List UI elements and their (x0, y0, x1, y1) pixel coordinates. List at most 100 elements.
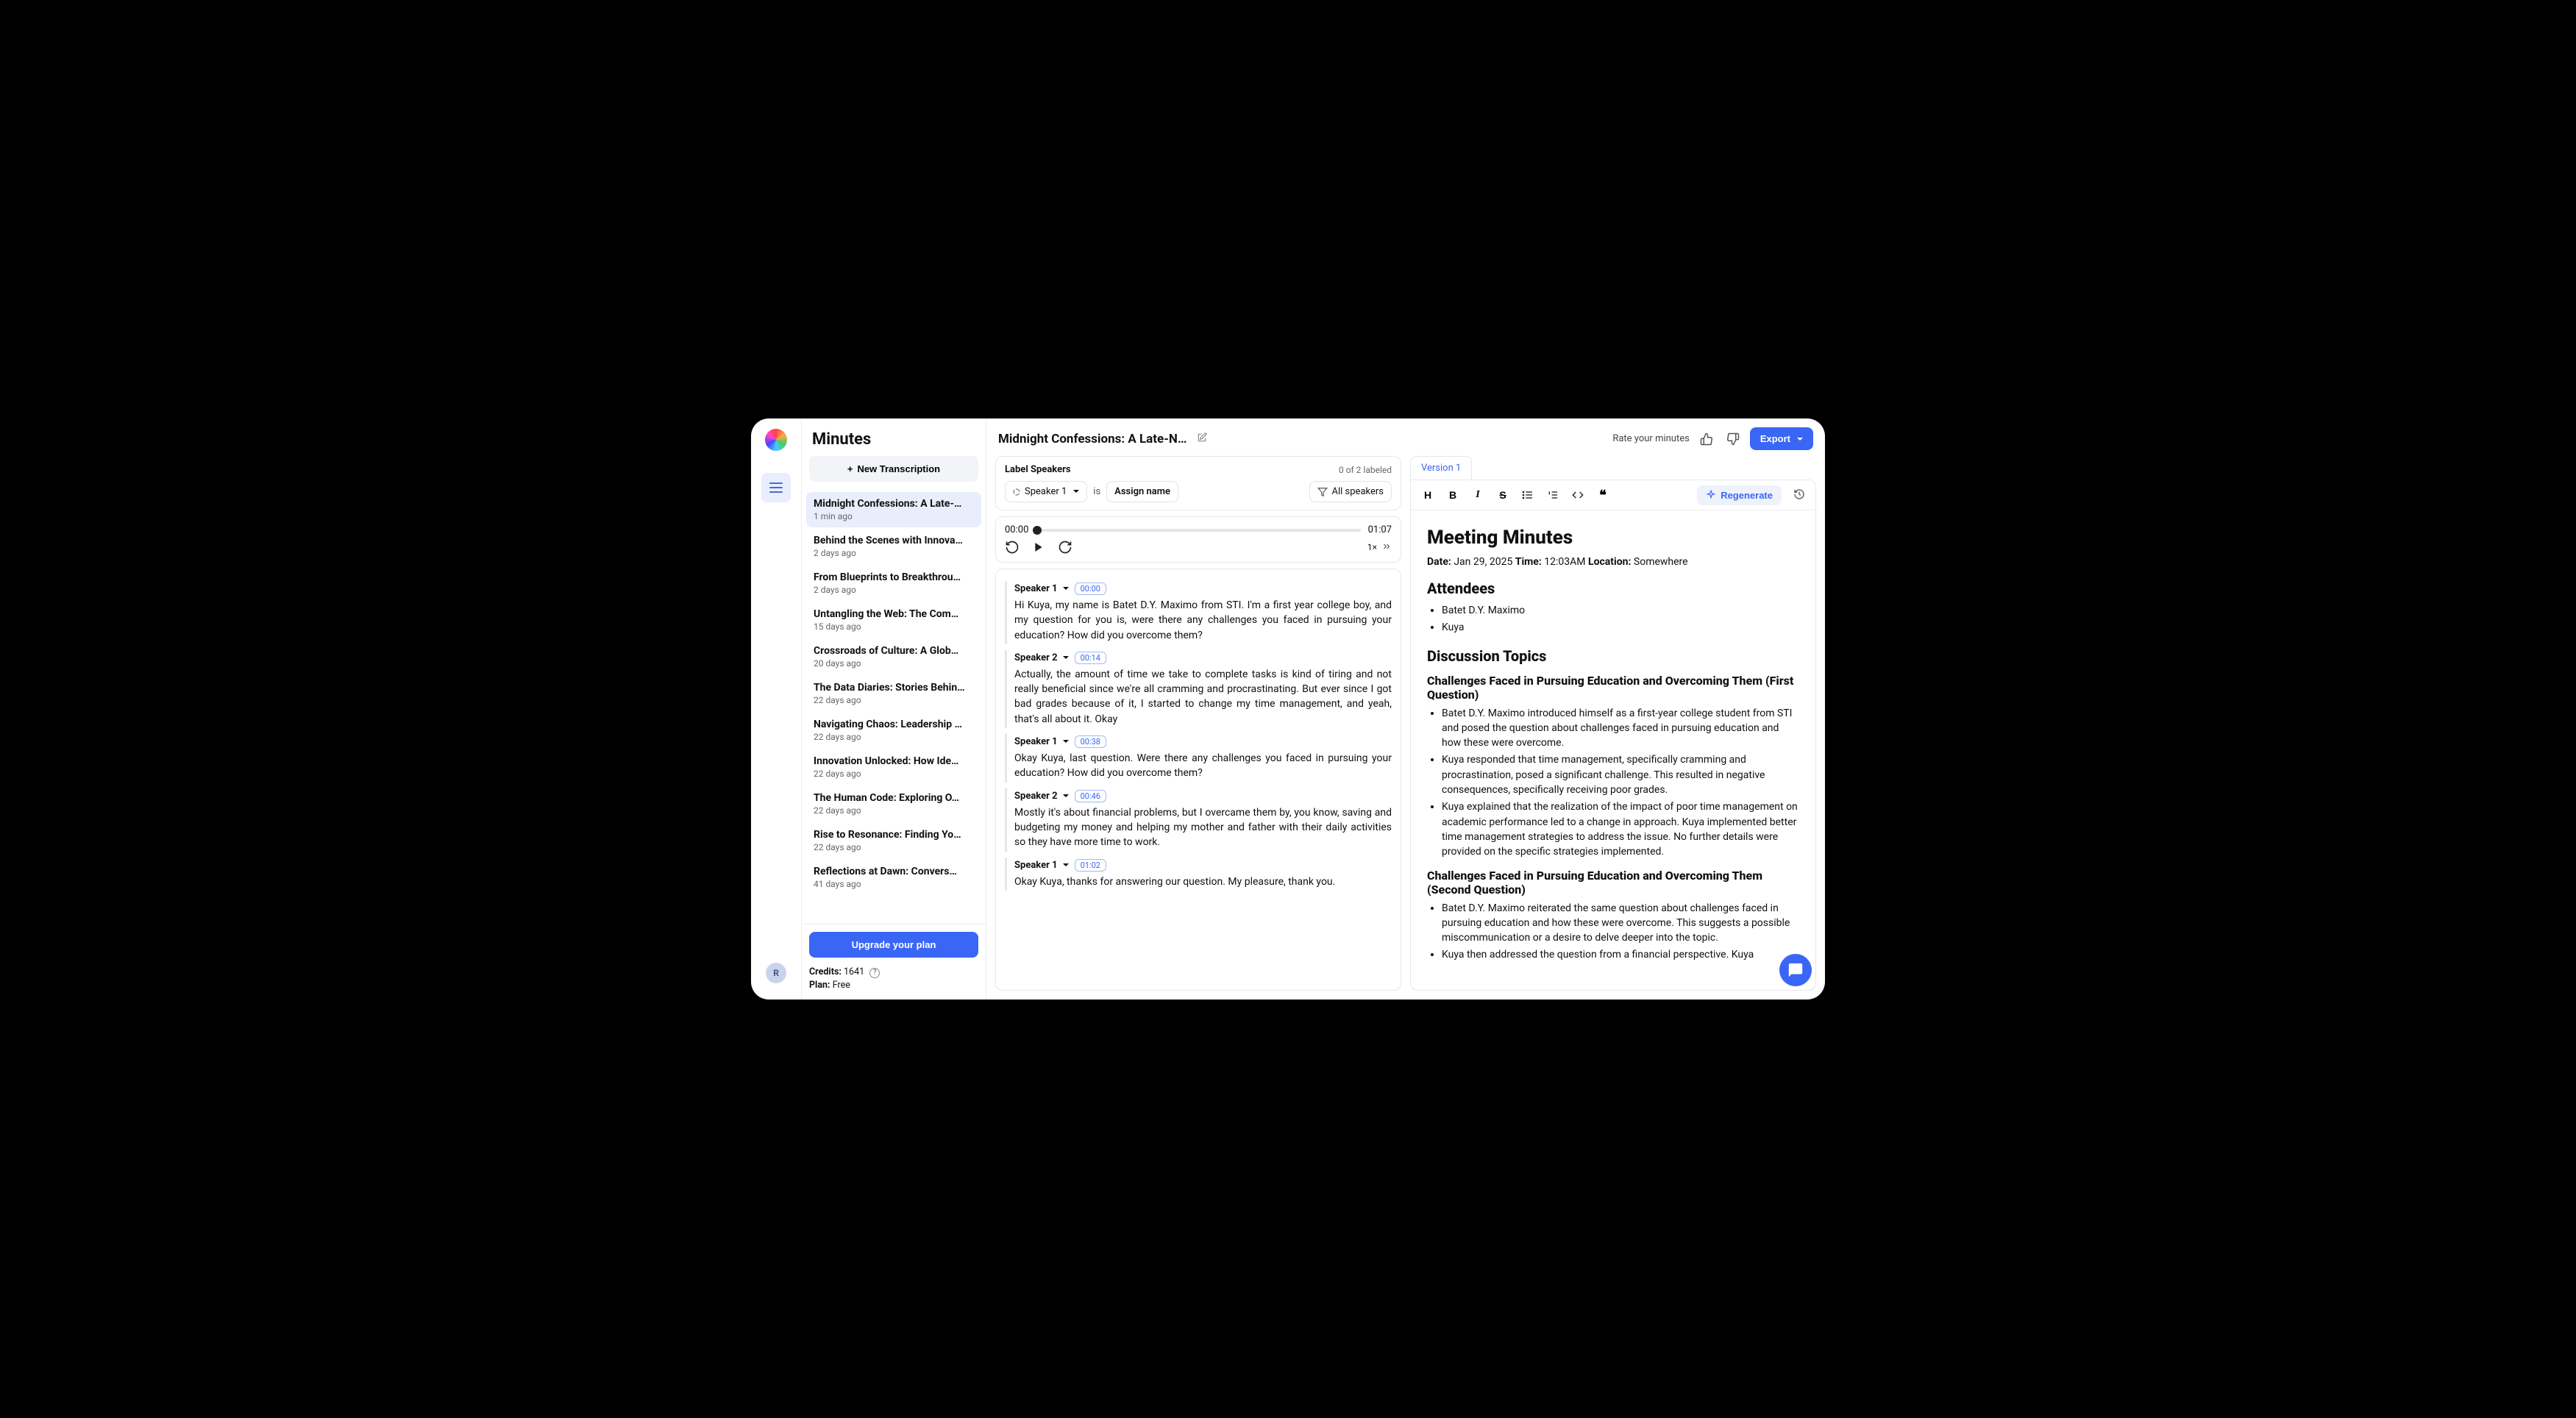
edit-title-icon[interactable] (1197, 432, 1207, 446)
transcription-item[interactable]: The Data Diaries: Stories Behin…22 days … (806, 676, 981, 711)
transcription-item[interactable]: The Human Code: Exploring O…22 days ago (806, 786, 981, 822)
menu-toggle-button[interactable] (761, 473, 791, 502)
player-timeline[interactable] (1036, 529, 1360, 532)
app-logo[interactable] (765, 429, 787, 451)
segment-text[interactable]: Okay Kuya, last question. Were there any… (1014, 751, 1392, 781)
minutes-content[interactable]: Meeting Minutes Date: Jan 29, 2025 Time:… (1411, 510, 1815, 990)
transcription-item-title: Navigating Chaos: Leadership … (814, 719, 974, 730)
chat-fab[interactable] (1779, 954, 1812, 986)
chevron-down-icon (1061, 736, 1069, 747)
upgrade-plan-button[interactable]: Upgrade your plan (809, 932, 978, 958)
minutes-title: Meeting Minutes (1427, 527, 1799, 549)
export-button[interactable]: Export (1750, 427, 1813, 450)
segment-speaker[interactable]: Speaker 2 (1014, 791, 1069, 802)
transcription-item-time: 22 days ago (814, 842, 974, 852)
player-thumb[interactable] (1033, 526, 1042, 535)
document-title: Midnight Confessions: A Late-Night D… (998, 432, 1189, 446)
player-total-time: 01:07 (1368, 524, 1392, 535)
segment-speaker[interactable]: Speaker 1 (1014, 583, 1069, 594)
transcript-segment: Speaker 1 00:38 Okay Kuya, last question.… (1005, 734, 1392, 783)
export-label: Export (1760, 433, 1790, 444)
transcription-item[interactable]: Behind the Scenes with Innova…2 days ago (806, 529, 981, 564)
help-icon[interactable]: ? (869, 968, 880, 978)
transcription-item[interactable]: Reflections at Dawn: Convers…41 days ago (806, 860, 981, 895)
segment-speaker[interactable]: Speaker 1 (1014, 860, 1069, 871)
left-rail: R (751, 418, 801, 1000)
play-button[interactable] (1033, 541, 1045, 553)
plus-icon: + (847, 463, 853, 474)
transcription-item-time: 22 days ago (814, 732, 974, 742)
italic-button[interactable]: I (1467, 485, 1489, 505)
topic-bullet: Kuya then addressed the question from a … (1442, 947, 1799, 962)
credits-value: 1641 (844, 966, 864, 977)
transcription-item-title: Midnight Confessions: A Late-… (814, 498, 974, 510)
tab-version-1[interactable]: Version 1 (1410, 456, 1472, 480)
transcription-item[interactable]: Midnight Confessions: A Late-…1 min ago (806, 492, 981, 527)
transcription-item-time: 15 days ago (814, 621, 974, 632)
sparkle-icon (1706, 490, 1716, 500)
segment-timestamp[interactable]: 00:00 (1075, 582, 1106, 595)
segment-text[interactable]: Hi Kuya, my name is Batet D.Y. Maximo fr… (1014, 598, 1392, 643)
topic-bullet: Kuya explained that the realization of t… (1442, 799, 1799, 859)
transcription-item[interactable]: From Blueprints to Breakthrou…2 days ago (806, 566, 981, 601)
strikethrough-button[interactable]: S (1492, 485, 1514, 505)
segment-timestamp[interactable]: 00:38 (1075, 735, 1106, 748)
new-transcription-button[interactable]: + New Transcription (809, 456, 978, 482)
segment-text[interactable]: Okay Kuya, thanks for answering our ques… (1014, 874, 1392, 889)
label-speakers-status: 0 of 2 labeled (1339, 465, 1392, 475)
forward-30-button[interactable] (1058, 540, 1072, 555)
rewind-30-button[interactable] (1005, 540, 1020, 555)
segment-timestamp[interactable]: 01:02 (1075, 859, 1106, 872)
transcription-item[interactable]: Innovation Unlocked: How Ide…22 days ago (806, 749, 981, 785)
editor-toolbar: H B I S ❝ (1411, 480, 1815, 510)
main-header: Midnight Confessions: A Late-Night D… Ra… (986, 418, 1825, 456)
chevron-down-icon (1071, 486, 1079, 497)
transcription-item[interactable]: Crossroads of Culture: A Glob…20 days ag… (806, 639, 981, 674)
topic-2-heading: Challenges Faced in Pursuing Education a… (1427, 869, 1799, 897)
transcription-item[interactable]: Untangling the Web: The Com…15 days ago (806, 602, 981, 638)
regenerate-button[interactable]: Regenerate (1697, 485, 1782, 505)
segment-speaker[interactable]: Speaker 1 (1014, 736, 1069, 747)
speaker-filter[interactable]: All speakers (1309, 481, 1392, 502)
minutes-editor-panel: H B I S ❝ (1410, 480, 1816, 991)
bullet-list-button[interactable] (1517, 485, 1539, 505)
bold-button[interactable]: B (1442, 485, 1464, 505)
avatar[interactable]: R (766, 963, 786, 983)
history-button[interactable] (1789, 485, 1810, 505)
playback-speed[interactable]: 1× (1367, 542, 1377, 552)
thumbs-down-button[interactable] (1723, 430, 1743, 449)
assign-name-button[interactable]: Assign name (1106, 481, 1178, 502)
segment-timestamp[interactable]: 00:46 (1075, 790, 1106, 802)
transcription-item-title: The Data Diaries: Stories Behin… (814, 682, 974, 694)
code-button[interactable] (1567, 485, 1589, 505)
speaker-selector[interactable]: Speaker 1 (1005, 481, 1087, 502)
segment-text[interactable]: Actually, the amount of time we take to … (1014, 667, 1392, 727)
chevron-down-icon (1061, 652, 1069, 663)
transcription-item-time: 41 days ago (814, 879, 974, 889)
minutes-meta-line: Date: Jan 29, 2025 Time: 12:03AM Locatio… (1427, 556, 1799, 568)
topic-2-list: Batet D.Y. Maximo reiterated the same qu… (1427, 901, 1799, 963)
rate-minutes-label: Rate your minutes (1612, 433, 1689, 444)
numbered-list-button[interactable] (1542, 485, 1564, 505)
thumbs-up-button[interactable] (1697, 430, 1716, 449)
segment-text[interactable]: Mostly it's about financial problems, bu… (1014, 805, 1392, 850)
segment-speaker[interactable]: Speaker 2 (1014, 652, 1069, 663)
sidebar-footer: Upgrade your plan Credits: 1641 ? Plan: … (802, 924, 986, 1000)
transcription-item[interactable]: Navigating Chaos: Leadership … 22 days ag… (806, 713, 981, 748)
transcription-item-title: The Human Code: Exploring O… (814, 792, 974, 804)
transcript-segment: Speaker 2 00:14 Actually, the amount of t… (1005, 650, 1392, 728)
chat-icon (1787, 962, 1804, 978)
heading-button[interactable]: H (1417, 485, 1439, 505)
regenerate-label: Regenerate (1721, 490, 1773, 501)
minutes-column: Version 1 H B I S (1410, 456, 1816, 991)
main-column: Midnight Confessions: A Late-Night D… Ra… (986, 418, 1825, 1000)
chevrons-right-icon[interactable] (1381, 541, 1392, 554)
transcription-item-time: 22 days ago (814, 695, 974, 705)
topic-1-heading: Challenges Faced in Pursuing Education a… (1427, 674, 1799, 702)
segment-timestamp[interactable]: 00:14 (1075, 652, 1106, 664)
transcription-list: Midnight Confessions: A Late-…1 min agoB… (802, 491, 986, 924)
chevron-down-icon (1061, 583, 1069, 594)
quote-button[interactable]: ❝ (1592, 485, 1614, 505)
transcription-item-title: From Blueprints to Breakthrou… (814, 571, 974, 583)
transcription-item[interactable]: Rise to Resonance: Finding Yo…22 days ag… (806, 823, 981, 858)
